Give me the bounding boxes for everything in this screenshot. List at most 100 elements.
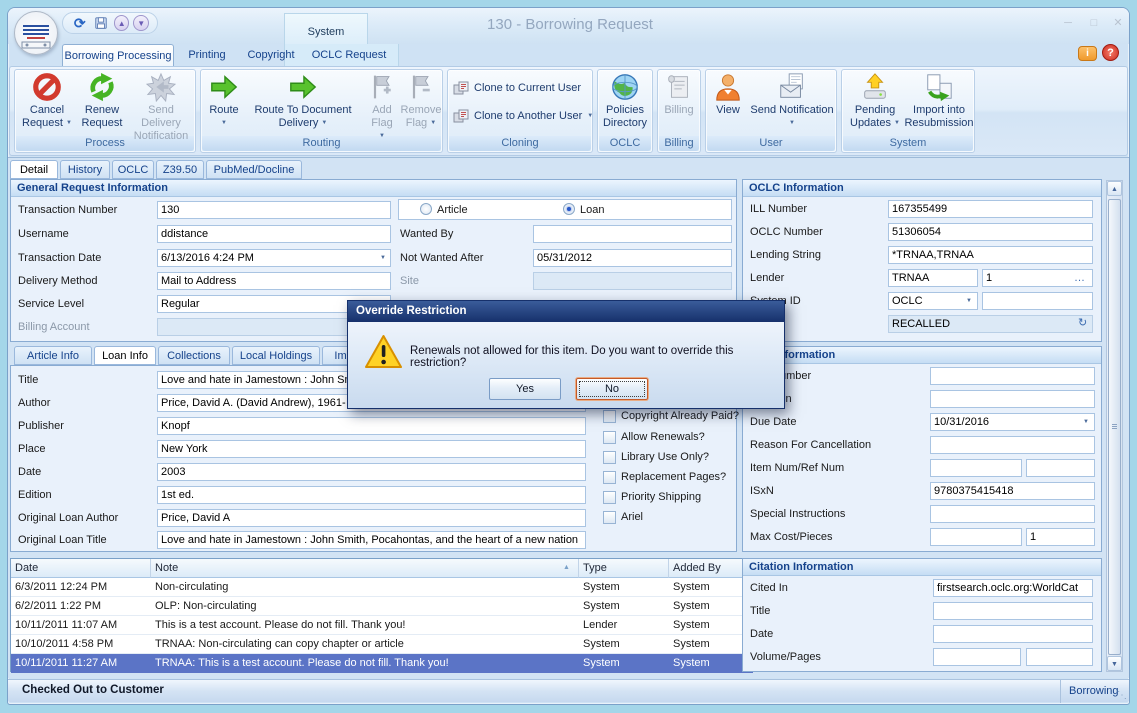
scroll-down-button[interactable]: ▼ <box>1107 656 1122 671</box>
qat-move-up-button[interactable]: ▲ <box>114 15 130 31</box>
checkbox-priority-shipping[interactable] <box>603 491 616 504</box>
pages-field[interactable] <box>1026 648 1093 666</box>
citation-title-field[interactable] <box>933 602 1093 620</box>
tab-detail[interactable]: Detail <box>10 160 58 179</box>
circle-down-icon: ▼ <box>137 19 145 28</box>
place-field[interactable] <box>157 440 586 458</box>
route-button[interactable]: Route▼ <box>204 72 244 130</box>
tab-z3950[interactable]: Z39.50 <box>156 160 204 179</box>
edition-field[interactable] <box>157 486 586 504</box>
tab-printing[interactable]: Printing <box>180 44 234 66</box>
close-button[interactable]: ✕ <box>1106 15 1130 32</box>
max-cost-field[interactable] <box>930 528 1022 546</box>
view-user-button[interactable]: View <box>709 72 747 117</box>
ill-number-field[interactable] <box>888 200 1093 218</box>
checkbox-copyright-already-paid[interactable] <box>603 410 616 423</box>
note-row[interactable]: 10/11/2011 11:07 AMThis is a test accoun… <box>11 616 753 635</box>
due-date-dropdown[interactable]: ▼ <box>1080 415 1092 429</box>
tab-pubmed-docline[interactable]: PubMed/Docline <box>206 160 302 179</box>
due-date-field[interactable] <box>930 413 1095 431</box>
publisher-field[interactable] <box>157 417 586 435</box>
call-number-field[interactable] <box>930 367 1095 385</box>
note-row-selected[interactable]: 10/11/2011 11:27 AMTRNAA: This is a test… <box>11 654 753 673</box>
maximize-button[interactable]: □ <box>1082 15 1106 32</box>
note-row[interactable]: 6/3/2011 12:24 PMNon-circulatingSystemSy… <box>11 578 753 597</box>
qat-refresh-button[interactable]: ⟳ <box>71 14 88 32</box>
oclc-number-field[interactable] <box>888 223 1093 241</box>
lender-label: Lender <box>750 269 784 287</box>
isxn-field[interactable] <box>930 482 1095 500</box>
radio-loan[interactable] <box>563 203 575 215</box>
send-notification-button[interactable]: Send Notification▼ <box>749 72 835 130</box>
renew-request-button[interactable]: Renew Request <box>78 72 126 130</box>
save-icon <box>94 16 108 30</box>
notes-header-type[interactable]: Type <box>579 559 669 578</box>
wanted-by-field[interactable] <box>533 225 732 243</box>
qat-move-down-button[interactable]: ▼ <box>133 15 149 31</box>
ref-num-field[interactable] <box>1026 459 1095 477</box>
tab-collections[interactable]: Collections <box>158 346 230 365</box>
info-bubble-button[interactable]: i <box>1078 46 1097 61</box>
tab-borrowing-processing[interactable]: Borrowing Processing <box>62 44 174 66</box>
citation-date-field[interactable] <box>933 625 1093 643</box>
tab-oclc-request[interactable]: OCLC Request <box>304 44 394 66</box>
scroll-up-button[interactable]: ▲ <box>1107 181 1122 196</box>
volume-field[interactable] <box>933 648 1021 666</box>
checkbox-library-use-only[interactable] <box>603 451 616 464</box>
tab-article-info[interactable]: Article Info <box>14 346 92 365</box>
system-id-dropdown[interactable]: ▼ <box>963 294 975 308</box>
username-field[interactable] <box>157 225 391 243</box>
original-loan-title-field[interactable] <box>157 531 586 549</box>
status-refresh-button[interactable]: ↻ <box>1078 316 1087 330</box>
not-wanted-after-field[interactable] <box>533 249 732 267</box>
qat-save-button[interactable] <box>92 14 109 32</box>
cited-in-field[interactable] <box>933 579 1093 597</box>
tab-history[interactable]: History <box>60 160 110 179</box>
notes-header-date[interactable]: Date <box>11 559 151 578</box>
location-field[interactable] <box>930 390 1095 408</box>
note-row[interactable]: 10/10/2011 4:58 PMTRNAA: Non-circulating… <box>11 635 753 654</box>
policies-directory-button[interactable]: Policies Directory <box>599 72 651 130</box>
yes-button[interactable]: Yes <box>489 378 561 400</box>
tab-loan-info[interactable]: Loan Info <box>94 346 156 365</box>
help-button[interactable]: ? <box>1102 44 1119 61</box>
lender-field[interactable] <box>888 269 978 287</box>
minimize-button[interactable]: ─ <box>1056 15 1080 32</box>
pieces-field[interactable] <box>1026 528 1095 546</box>
tab-copyright[interactable]: Copyright <box>240 44 302 66</box>
tab-oclc[interactable]: OCLC <box>112 160 154 179</box>
cancel-request-button[interactable]: Cancel Request ▼ <box>18 72 76 130</box>
checkbox-replacement-pages[interactable] <box>603 471 616 484</box>
original-loan-author-field[interactable] <box>157 509 586 527</box>
delivery-method-field[interactable] <box>157 272 391 290</box>
date-field[interactable] <box>157 463 586 481</box>
system-id-aux-field[interactable] <box>982 292 1093 310</box>
clone-to-another-user-button[interactable]: Clone to Another User ▼ <box>453 106 593 126</box>
item-num-field[interactable] <box>930 459 1022 477</box>
transaction-date-field[interactable] <box>157 249 391 267</box>
import-into-resubmission-button[interactable]: Import into Resubmission <box>903 72 975 130</box>
notes-header-added-by[interactable]: Added By <box>669 559 753 578</box>
transaction-number-field[interactable] <box>157 201 391 219</box>
scroll-thumb[interactable] <box>1108 199 1121 655</box>
tab-local-holdings[interactable]: Local Holdings <box>232 346 320 365</box>
route-to-document-delivery-button[interactable]: Route To Document Delivery ▼ <box>246 72 360 130</box>
no-button[interactable]: No <box>576 378 648 400</box>
clone-to-current-user-button[interactable]: Clone to Current User <box>453 78 581 98</box>
app-menu-button[interactable] <box>14 11 58 55</box>
checkbox-ariel[interactable] <box>603 511 616 524</box>
lending-string-field[interactable] <box>888 246 1093 264</box>
lender-ellipsis-button[interactable]: … <box>1074 271 1085 285</box>
checkbox-allow-renewals-label: Allow Renewals? <box>621 431 705 444</box>
special-instructions-field[interactable] <box>930 505 1095 523</box>
help-icon: ? <box>1107 47 1114 59</box>
user-icon <box>713 72 743 102</box>
clone-icon <box>453 108 469 124</box>
transaction-date-dropdown[interactable]: ▼ <box>377 251 389 265</box>
radio-article[interactable] <box>420 203 432 215</box>
checkbox-allow-renewals[interactable] <box>603 431 616 444</box>
reason-for-cancellation-field[interactable] <box>930 436 1095 454</box>
note-row[interactable]: 6/2/2011 1:22 PMOLP: Non-circulatingSyst… <box>11 597 753 616</box>
pending-updates-button[interactable]: Pending Updates ▼ <box>845 72 905 130</box>
notes-header-note[interactable]: Note <box>151 559 579 578</box>
